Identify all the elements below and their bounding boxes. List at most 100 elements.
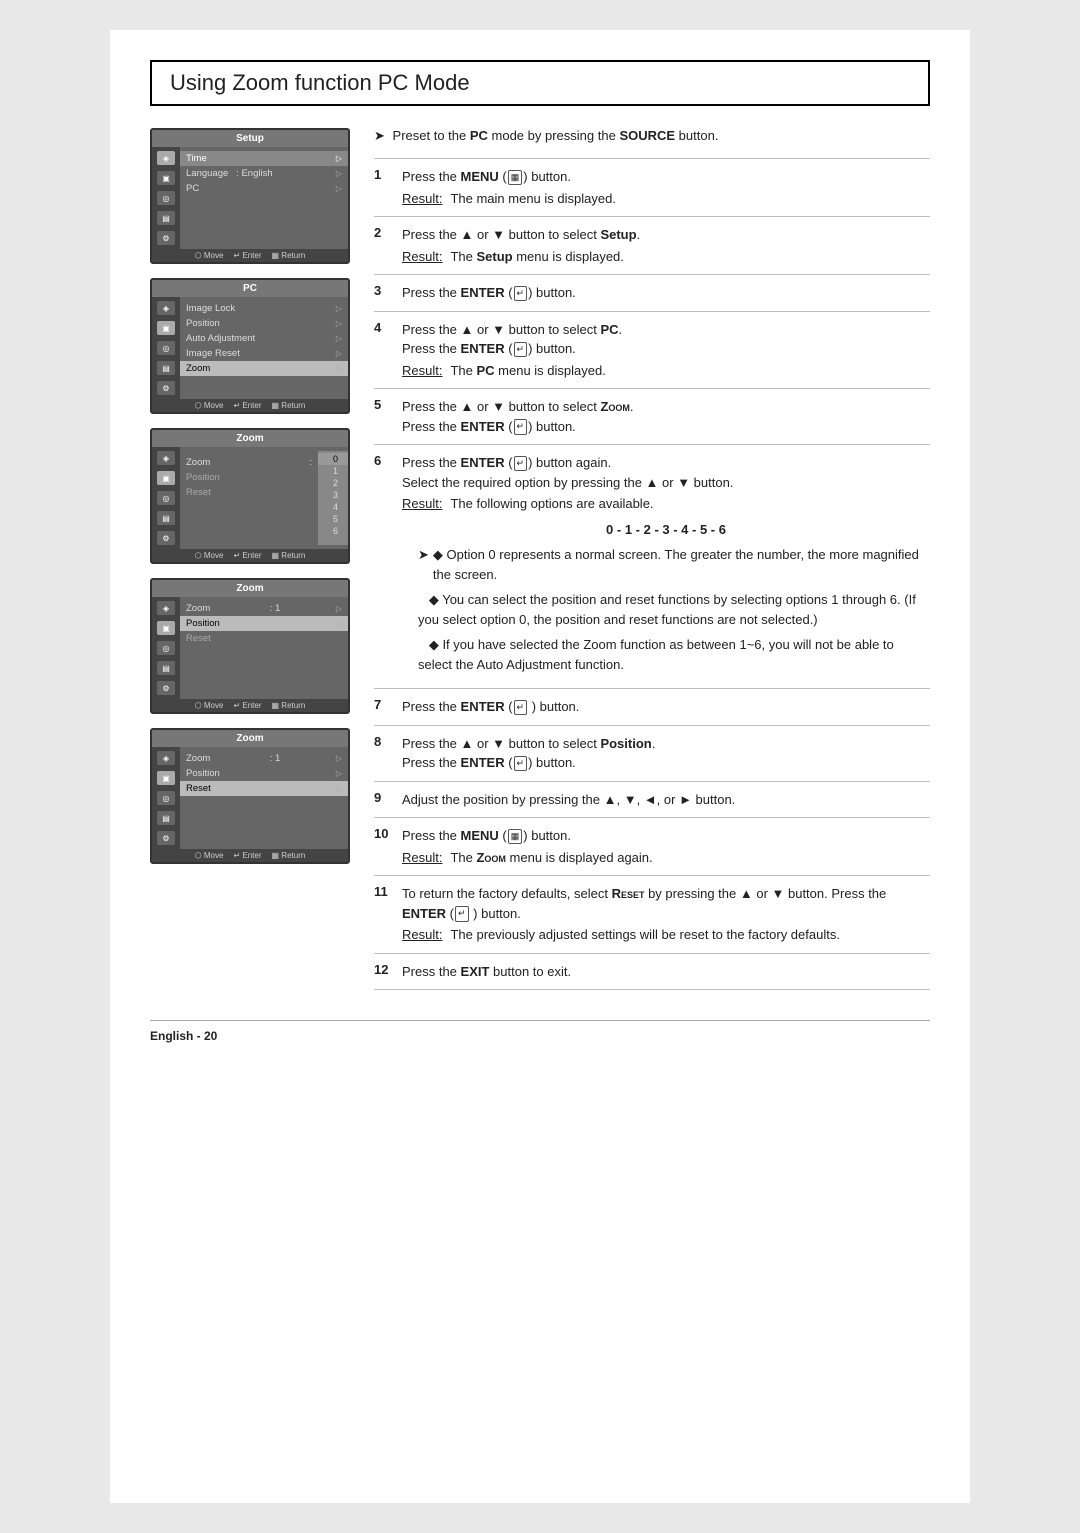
step-5: 5 Press the ▲ or ▼ button to select Zoom… (374, 389, 930, 445)
note-item-2: ◆ You can select the position and reset … (418, 590, 930, 629)
step-content-1: Press the MENU (▦) button. Result: The m… (402, 167, 930, 208)
result-11: Result: The previously adjusted settings… (402, 925, 930, 945)
step-num-11: 11 (374, 884, 392, 899)
screen-setup-body: ◈ ▣ ◎ ▤ ⚙ Time▷ Language : English▷ (152, 147, 348, 249)
menu-item-language: Language : English▷ (180, 166, 348, 181)
step-num-12: 12 (374, 962, 392, 977)
zoom-opt-3: 3 (318, 489, 348, 501)
step-num-3: 3 (374, 283, 392, 298)
options-line: 0 - 1 - 2 - 3 - 4 - 5 - 6 (402, 520, 930, 540)
screen-setup-title: Setup (152, 130, 348, 147)
step-num-8: 8 (374, 734, 392, 749)
icon-pc-0: ◈ (157, 301, 175, 315)
step-content-12: Press the EXIT button to exit. (402, 962, 930, 982)
page: Using Zoom function PC Mode Setup ◈ ▣ ◎ … (110, 30, 970, 1503)
note-item-1: ➤ ◆ Option 0 represents a normal screen.… (418, 545, 930, 584)
step-4: 4 Press the ▲ or ▼ button to select PC. … (374, 312, 930, 390)
screen-zoom2-sidebar: ◈ ▣ ◎ ▤ ⚙ (152, 597, 180, 699)
result-text-2: The Setup menu is displayed. (450, 247, 623, 267)
menu-z2-zoom: Zoom: 1▷ (180, 601, 348, 616)
icon-z2-0: ◈ (157, 601, 175, 615)
screen-zoom2-footer: ⬡ Move ↵ Enter ▦ Return (152, 699, 348, 712)
menu-z3-reset: Reset▷ (180, 781, 348, 796)
menu-z3-zoom: Zoom: 1▷ (180, 751, 348, 766)
screen-zoom1-body: ◈ ▣ ◎ ▤ ⚙ Zoom: Position (152, 447, 348, 549)
result-label-4: Result: (402, 361, 442, 381)
screen-pc: PC ◈ ▣ ◎ ▤ ⚙ Image Lock▷ Positi (150, 278, 350, 414)
screen-pc-menu: Image Lock▷ Position▷ Auto Adjustment▷ I… (180, 297, 348, 399)
icon-3: ▤ (157, 211, 175, 225)
step-6: 6 Press the ENTER (↵) button again. Sele… (374, 445, 930, 689)
step-content-10: Press the MENU (▦) button. Result: The Z… (402, 826, 930, 867)
result-text-11: The previously adjusted settings will be… (450, 925, 839, 945)
menu-zoom-reset: Reset (180, 485, 318, 500)
icon-z3-1: ▣ (157, 771, 175, 785)
menu-zoom-zoom: Zoom: (180, 455, 318, 470)
icon-z2-1: ▣ (157, 621, 175, 635)
result-2: Result: The Setup menu is displayed. (402, 247, 930, 267)
screen-zoom2-title: Zoom (152, 580, 348, 597)
screen-zoom3-body: ◈ ▣ ◎ ▤ ⚙ Zoom: 1▷ Position▷ (152, 747, 348, 849)
step-7: 7 Press the ENTER (↵ ) button. (374, 689, 930, 726)
step-content-11: To return the factory defaults, select R… (402, 884, 930, 945)
zoom-opt-1: 1 (318, 465, 348, 477)
result-label-10: Result: (402, 848, 442, 868)
menu-item-zoom: Zoom▷ (180, 361, 348, 376)
icon-pc-3: ▤ (157, 361, 175, 375)
result-10: Result: The Zoom menu is displayed again… (402, 848, 930, 868)
step-num-2: 2 (374, 225, 392, 240)
step-2: 2 Press the ▲ or ▼ button to select Setu… (374, 217, 930, 275)
menu-item-time: Time▷ (180, 151, 348, 166)
page-number: English - 20 (150, 1029, 217, 1043)
icon-1: ▣ (157, 171, 175, 185)
screen-zoom3-footer: ⬡ Move ↵ Enter ▦ Return (152, 849, 348, 862)
zoom-opt-2: 2 (318, 477, 348, 489)
note-text-3: ◆ If you have selected the Zoom function… (418, 635, 930, 674)
zoom-opt-0: 0 (318, 453, 348, 465)
step-content-6: Press the ENTER (↵) button again. Select… (402, 453, 930, 680)
screen-zoom2-menu: Zoom: 1▷ Position▷ Reset (180, 597, 348, 699)
icon-z3-4: ⚙ (157, 831, 175, 845)
icon-z2-2: ◎ (157, 641, 175, 655)
step-8: 8 Press the ▲ or ▼ button to select Posi… (374, 726, 930, 782)
page-title-box: Using Zoom function PC Mode (150, 60, 930, 106)
result-text-1: The main menu is displayed. (450, 189, 615, 209)
zoom-opt-5: 5 (318, 513, 348, 525)
icon-0: ◈ (157, 151, 175, 165)
screen-zoom1-menu: Zoom: Position Reset 0 1 (180, 447, 348, 549)
menu-item-imagelock: Image Lock▷ (180, 301, 348, 316)
step-num-7: 7 (374, 697, 392, 712)
step-11: 11 To return the factory defaults, selec… (374, 876, 930, 954)
result-label-11: Result: (402, 925, 442, 945)
screen-setup: Setup ◈ ▣ ◎ ▤ ⚙ Time▷ Language (150, 128, 350, 264)
page-title: Using Zoom function PC Mode (170, 70, 910, 96)
step-num-6: 6 (374, 453, 392, 468)
screen-zoom3-sidebar: ◈ ▣ ◎ ▤ ⚙ (152, 747, 180, 849)
right-column: ➤ Preset to the PC mode by pressing the … (374, 128, 930, 990)
icon-z1-0: ◈ (157, 451, 175, 465)
result-4: Result: The PC menu is displayed. (402, 361, 930, 381)
content-area: Setup ◈ ▣ ◎ ▤ ⚙ Time▷ Language (150, 128, 930, 990)
menu-item-position: Position▷ (180, 316, 348, 331)
icon-z1-4: ⚙ (157, 531, 175, 545)
screen-setup-sidebar: ◈ ▣ ◎ ▤ ⚙ (152, 147, 180, 249)
step-num-9: 9 (374, 790, 392, 805)
icon-z1-2: ◎ (157, 491, 175, 505)
step-num-5: 5 (374, 397, 392, 412)
step-num-1: 1 (374, 167, 392, 182)
screen-zoom1-sidebar: ◈ ▣ ◎ ▤ ⚙ (152, 447, 180, 549)
screen-setup-menu: Time▷ Language : English▷ PC▷ (180, 147, 348, 249)
step-num-10: 10 (374, 826, 392, 841)
bullet-1: ➤ (418, 545, 429, 584)
icon-2: ◎ (157, 191, 175, 205)
menu-z3-position: Position▷ (180, 766, 348, 781)
step-content-2: Press the ▲ or ▼ button to select Setup.… (402, 225, 930, 266)
screen-zoom1-footer: ⬡ Move ↵ Enter ▦ Return (152, 549, 348, 562)
menu-z2-position: Position▷ (180, 616, 348, 631)
result-6: Result: The following options are availa… (402, 494, 930, 514)
menu-z2-reset: Reset (180, 631, 348, 646)
note-item-3: ◆ If you have selected the Zoom function… (418, 635, 930, 674)
icon-z2-4: ⚙ (157, 681, 175, 695)
zoom-opt-4: 4 (318, 501, 348, 513)
step-10: 10 Press the MENU (▦) button. Result: Th… (374, 818, 930, 876)
